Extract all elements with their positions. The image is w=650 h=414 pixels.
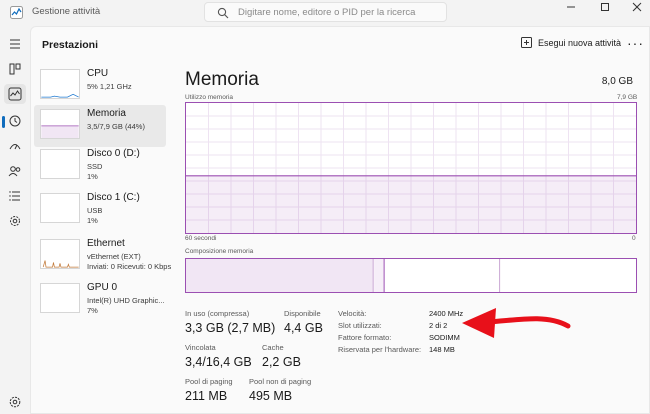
run-task-label: Esegui nuova attività [538, 37, 622, 48]
run-task-icon [521, 37, 532, 48]
settings-gear-icon[interactable] [7, 394, 23, 410]
resource-sub: Intel(R) UHD Graphic... [87, 296, 165, 305]
resource-name: GPU 0 [87, 282, 118, 293]
resource-name: CPU [87, 68, 109, 79]
details-icon[interactable] [7, 188, 23, 204]
usage-fill [186, 175, 636, 233]
detail-title: Memoria [185, 69, 259, 90]
resource-sub: 7% [87, 306, 98, 315]
usage-graph-max: 7,9 GB [617, 94, 638, 101]
resource-sub: 1% [87, 216, 98, 225]
title-bar: Gestione attività Digitare nome, editore… [0, 0, 650, 26]
slots-label: Slot utilizzati: [338, 321, 382, 330]
resource-sub: vEthernet (EXT) [87, 252, 141, 261]
paged-pool-value: 211 MB [185, 389, 228, 403]
available-value: 4,4 GB [284, 321, 323, 335]
users-icon[interactable] [7, 163, 23, 179]
resource-item-cpu[interactable]: CPU 5% 1,21 GHz [34, 65, 166, 107]
cpu-thumbnail [40, 69, 80, 99]
search-placeholder: Digitare nome, editore o PID per la rice… [238, 7, 416, 18]
in-use-label: In uso (compressa) [185, 309, 250, 318]
resource-name: Disco 1 (C:) [87, 192, 140, 203]
maximize-button[interactable] [594, 0, 616, 14]
search-icon [217, 7, 229, 19]
committed-value: 3,4/16,4 GB [185, 355, 252, 369]
hardware-reserved-label: Riservata per l'hardware: [338, 345, 422, 354]
page-title: Prestazioni [42, 39, 99, 51]
active-indicator [2, 116, 5, 128]
startup-apps-icon[interactable] [7, 138, 23, 154]
resource-sub: Inviati: 0 Ricevuti: 0 Kbps [87, 262, 172, 271]
task-manager-icon [10, 6, 23, 19]
hamburger-menu-icon[interactable] [7, 36, 23, 52]
processes-icon[interactable] [7, 61, 23, 77]
resource-sub: SSD [87, 162, 103, 171]
memory-composition-bar [185, 258, 637, 293]
memory-thumbnail [40, 109, 80, 139]
graph-time-right: 0 [632, 235, 636, 242]
red-annotation-arrow [462, 308, 571, 338]
composition-label: Composizione memoria [185, 248, 254, 255]
paged-pool-label: Pool di paging [185, 377, 233, 386]
services-icon[interactable] [7, 213, 23, 229]
available-label: Disponibile [284, 309, 321, 318]
resource-name: Memoria [87, 108, 126, 119]
nonpaged-pool-value: 495 MB [249, 389, 293, 403]
resource-name: Disco 0 (D:) [87, 148, 140, 159]
form-factor-label: Fattore formato: [338, 333, 392, 342]
hardware-reserved-value: 148 MB [429, 345, 455, 354]
graph-time-left: 60 secondi [185, 235, 217, 242]
resource-sub: USB [87, 206, 103, 215]
search-box[interactable]: Digitare nome, editore o PID per la rice… [204, 2, 447, 22]
memory-usage-graph [185, 102, 637, 234]
disk-0-thumbnail [40, 149, 80, 179]
memory-total: 8,0 GB [601, 76, 633, 87]
minimize-button[interactable] [560, 0, 582, 14]
more-options-button[interactable]: ··· [627, 35, 644, 51]
resource-sub: 5% 1,21 GHz [87, 82, 132, 91]
speed-label: Velocità: [338, 309, 367, 318]
cache-label: Cache [262, 343, 284, 352]
resource-item-gpu[interactable]: GPU 0 Intel(R) UHD Graphic... 7% [34, 279, 166, 321]
resource-name: Ethernet [87, 238, 125, 249]
close-button[interactable] [626, 0, 648, 14]
resource-item-disk-0[interactable]: Disco 0 (D:) SSD 1% [34, 145, 166, 187]
gpu-thumbnail [40, 283, 80, 313]
ethernet-thumbnail [40, 239, 80, 269]
in-use-value: 3,3 GB (2,7 MB) [185, 321, 276, 335]
nonpaged-pool-label: Pool non di paging [249, 377, 312, 386]
nav-rail [0, 26, 30, 414]
slots-value: 2 di 2 [429, 321, 448, 330]
resource-item-memory[interactable]: Memoria 3,5/7,9 GB (44%) [34, 105, 166, 147]
usage-graph-label: Utilizzo memoria [185, 94, 234, 101]
resource-item-ethernet[interactable]: Ethernet vEthernet (EXT) Inviati: 0 Rice… [34, 235, 171, 277]
committed-label: Vincolata [185, 343, 216, 352]
history-icon[interactable] [7, 113, 23, 129]
disk-1-thumbnail [40, 193, 80, 223]
resource-sub: 1% [87, 172, 98, 181]
performance-icon[interactable] [4, 84, 26, 104]
main-panel: Prestazioni Esegui nuova attività ··· CP… [30, 26, 650, 414]
run-new-task-button[interactable]: Esegui nuova attività [521, 37, 621, 48]
window-title: Gestione attività [32, 6, 101, 17]
resource-item-disk-1[interactable]: Disco 1 (C:) USB 1% [34, 189, 166, 231]
cache-value: 2,2 GB [262, 355, 301, 369]
resource-sub: 3,5/7,9 GB (44%) [87, 122, 145, 131]
